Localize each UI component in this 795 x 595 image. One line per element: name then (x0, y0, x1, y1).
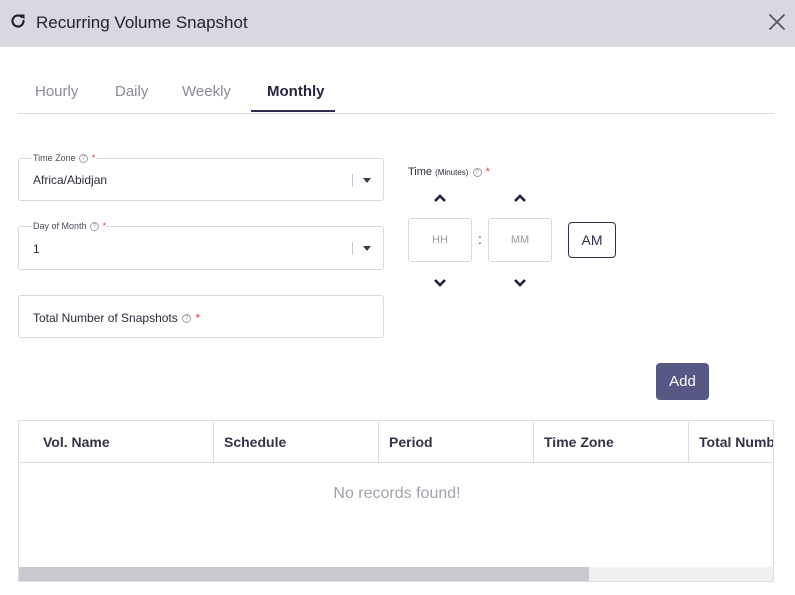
column-header-period[interactable]: Period (379, 421, 534, 463)
column-header-schedule[interactable]: Schedule (214, 421, 379, 463)
hour-input[interactable]: HH (408, 218, 472, 262)
total-snapshots-input[interactable]: Total Number of Snapshots ? * (18, 295, 384, 338)
help-icon: ? (90, 222, 100, 232)
select-separator (352, 242, 353, 255)
column-header-total-number[interactable]: Total Numb (689, 421, 773, 463)
tab-daily[interactable]: Daily (115, 83, 148, 100)
day-of-month-value: 1 (33, 242, 40, 256)
am-pm-toggle[interactable]: AM (568, 222, 616, 258)
tab-hourly[interactable]: Hourly (35, 83, 78, 100)
refresh-icon (11, 14, 25, 28)
time-zone-value: Africa/Abidjan (33, 173, 108, 187)
tab-monthly[interactable]: Monthly (267, 83, 325, 100)
day-of-month-select[interactable]: Day of Month ? * 1 (18, 221, 384, 270)
chevron-down-icon[interactable] (363, 178, 371, 183)
minute-input[interactable]: MM (488, 218, 552, 262)
snapshots-table: Vol. Name Schedule Period Time Zone Tota… (18, 420, 774, 582)
active-tab-indicator (251, 110, 335, 112)
time-zone-label: Time Zone ? * (32, 153, 97, 164)
help-icon: ? (472, 167, 482, 177)
close-icon[interactable] (767, 12, 787, 32)
schedule-tabs: Hourly Daily Weekly Monthly (18, 76, 774, 114)
minute-decrement-icon[interactable] (513, 278, 527, 288)
minute-increment-icon[interactable] (513, 193, 527, 203)
add-button[interactable]: Add (656, 363, 709, 400)
dialog-header: Recurring Volume Snapshot (0, 0, 795, 47)
empty-state-message: No records found! (333, 485, 461, 502)
horizontal-scrollbar[interactable] (19, 567, 773, 581)
table-header: Vol. Name Schedule Period Time Zone Tota… (19, 421, 773, 463)
total-snapshots-label: Total Number of Snapshots ? * (33, 311, 201, 325)
dialog-title: Recurring Volume Snapshot (36, 13, 248, 32)
tab-weekly[interactable]: Weekly (182, 83, 231, 100)
time-zone-select[interactable]: Time Zone ? * Africa/Abidjan (18, 153, 384, 201)
hour-decrement-icon[interactable] (433, 278, 447, 288)
select-separator (352, 174, 353, 187)
scrollbar-thumb[interactable] (19, 567, 589, 581)
time-label: Time (Minutes) ? * (408, 166, 490, 178)
day-of-month-label: Day of Month ? * (32, 221, 108, 232)
column-header-vol-name[interactable]: Vol. Name (19, 421, 214, 463)
time-separator: : (478, 231, 482, 247)
hour-increment-icon[interactable] (433, 193, 447, 203)
chevron-down-icon[interactable] (363, 246, 371, 251)
help-icon: ? (79, 154, 89, 164)
help-icon: ? (182, 314, 192, 324)
column-header-time-zone[interactable]: Time Zone (534, 421, 689, 463)
